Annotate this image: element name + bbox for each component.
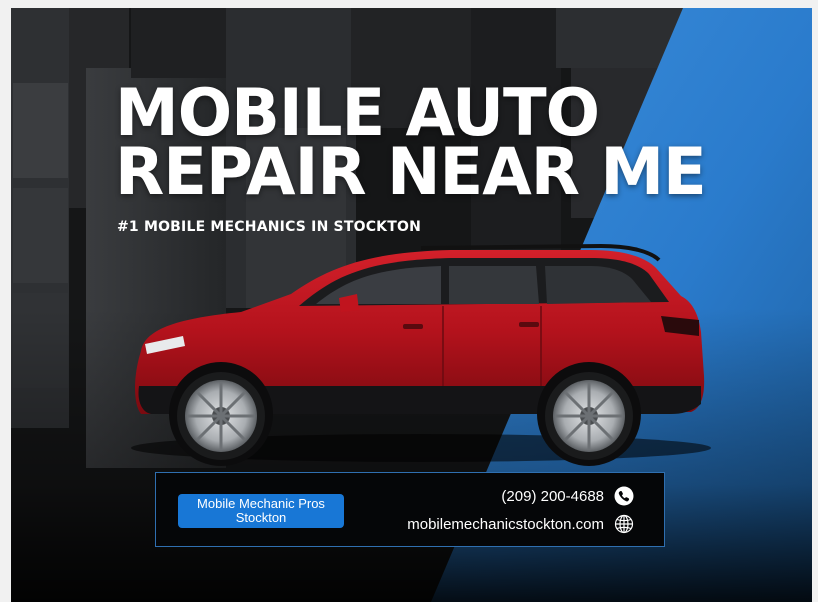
brand-badge[interactable]: Mobile Mechanic Pros Stockton [178,494,344,528]
brand-name-line-2: Stockton [235,510,287,525]
phone-row[interactable]: (209) 200-4688 [501,486,634,506]
brand-name-line-1: Mobile Mechanic Pros [197,496,325,511]
phone-icon [614,486,634,506]
globe-icon [614,514,634,534]
website-url[interactable]: mobilemechanicstockton.com [407,516,604,533]
contact-panel: Mobile Mechanic Pros Stockton (209) 200-… [155,472,665,547]
red-suv-image [131,243,711,466]
headline: MOBILE AUTO REPAIR NEAR ME [115,81,707,211]
website-row[interactable]: mobilemechanicstockton.com [407,514,634,534]
headline-line-2: REPAIR NEAR ME [115,135,707,211]
subtitle: #1 MOBILE MECHANICS IN STOCKTON [117,219,421,235]
ad-banner: MOBILE AUTO REPAIR NEAR ME #1 MOBILE MEC… [11,8,812,602]
phone-number[interactable]: (209) 200-4688 [501,488,604,505]
